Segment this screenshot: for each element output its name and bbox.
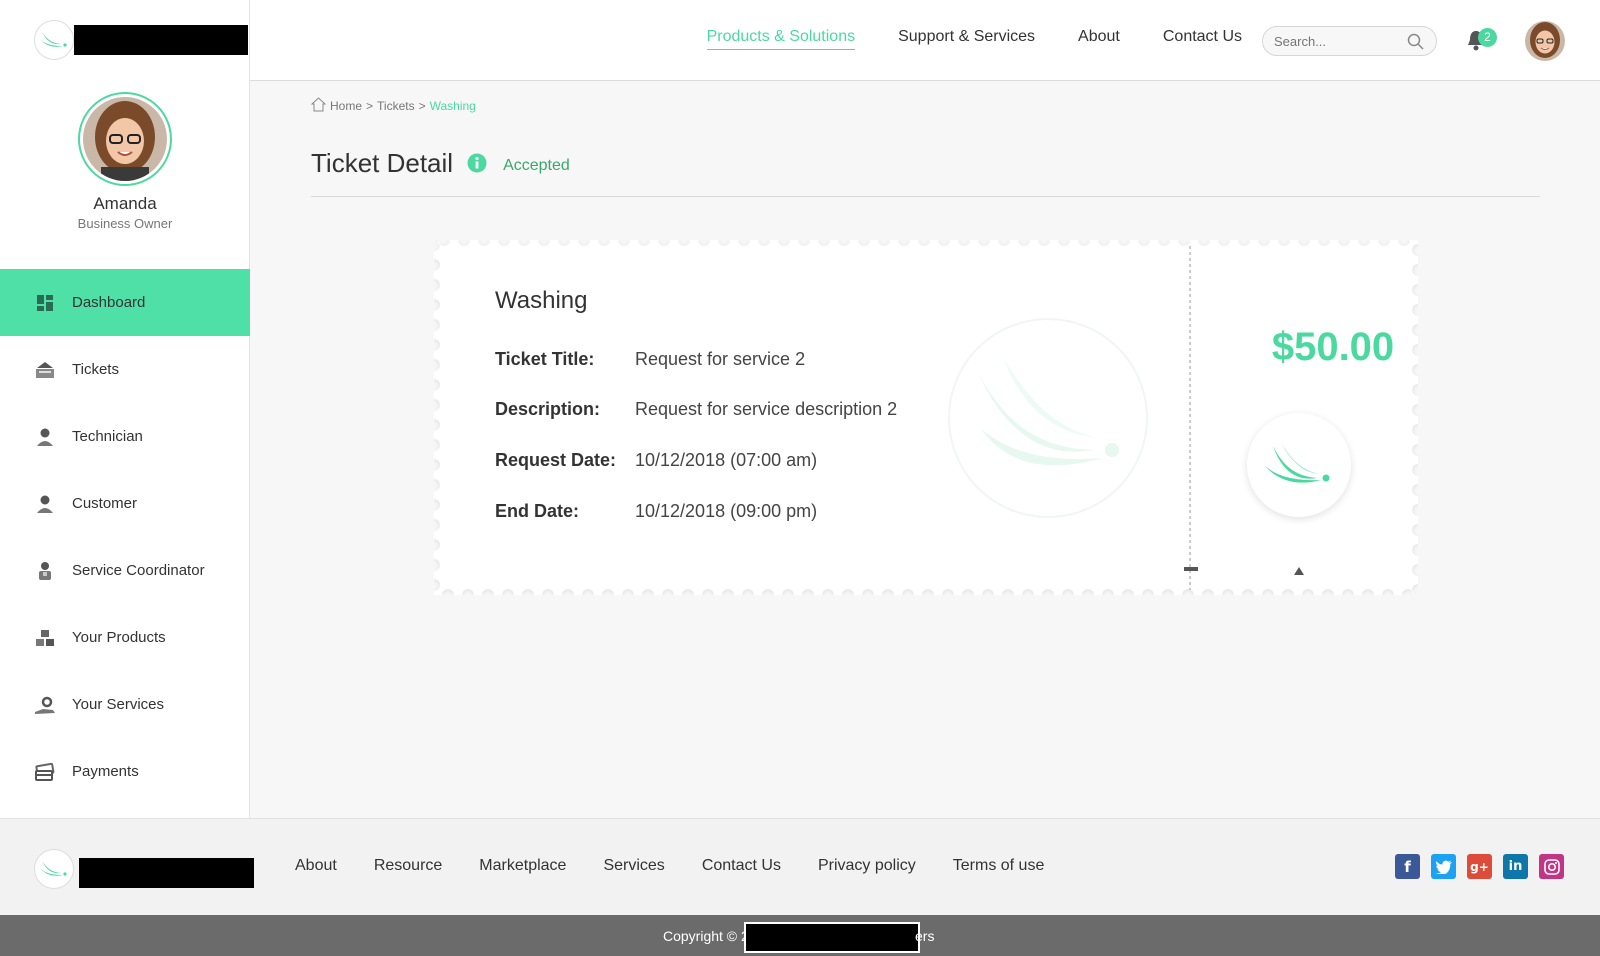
title-row: Ticket Detail Accepted bbox=[311, 148, 570, 179]
field-request-date: Request Date: 10/12/2018 (07:00 am) bbox=[495, 450, 817, 471]
sidebar-item-your-services[interactable]: Your Services bbox=[0, 671, 250, 738]
logo-icon bbox=[1265, 442, 1330, 483]
breadcrumb-separator: > bbox=[418, 99, 426, 113]
breadcrumb: Home > Tickets > Washing bbox=[310, 97, 480, 115]
field-ticket-title: Ticket Title: Request for service 2 bbox=[495, 349, 805, 370]
customer-icon bbox=[34, 493, 56, 515]
nav-products-solutions[interactable]: Products & Solutions bbox=[706, 28, 856, 50]
sidebar-item-technician[interactable]: Technician bbox=[0, 403, 250, 470]
page-title: Ticket Detail bbox=[311, 148, 454, 178]
footer-link-contact-us[interactable]: Contact Us bbox=[702, 857, 781, 875]
sidebar-item-tickets[interactable]: Tickets bbox=[0, 336, 250, 403]
linkedin-icon[interactable]: in bbox=[1503, 854, 1528, 879]
field-label: Ticket Title: bbox=[495, 349, 595, 369]
search-input[interactable] bbox=[1263, 27, 1398, 55]
products-icon bbox=[34, 627, 56, 649]
social-links: f g+ in bbox=[1395, 854, 1564, 879]
logo-icon bbox=[34, 20, 74, 60]
divider bbox=[311, 196, 1540, 197]
profile-name: Amanda bbox=[93, 194, 157, 213]
field-end-date: End Date: 10/12/2018 (09:00 pm) bbox=[495, 501, 817, 522]
footer-link-services[interactable]: Services bbox=[603, 857, 664, 875]
home-icon[interactable] bbox=[310, 97, 327, 115]
field-value: Request for service description 2 bbox=[635, 399, 898, 419]
user-profile: Amanda Business Owner bbox=[0, 92, 250, 231]
ticket-card: Washing Ticket Title: Request for servic… bbox=[434, 240, 1418, 595]
main-nav: Products & Solutions Support & Services … bbox=[664, 28, 1242, 50]
coordinator-icon bbox=[34, 560, 56, 582]
info-icon[interactable] bbox=[467, 153, 487, 178]
sidebar-item-dashboard[interactable]: Dashboard bbox=[0, 269, 250, 336]
copyright-text-suffix: ers bbox=[915, 928, 935, 944]
copyright-text: Copyright © 2 bbox=[663, 928, 749, 944]
footer-link-resource[interactable]: Resource bbox=[374, 857, 442, 875]
breadcrumb-home[interactable]: Home bbox=[330, 99, 362, 113]
ticket-price: $50.00 bbox=[1271, 325, 1395, 369]
footer-link-privacy-policy[interactable]: Privacy policy bbox=[818, 857, 916, 875]
sidebar-item-customer[interactable]: Customer bbox=[0, 470, 250, 537]
services-icon bbox=[34, 694, 56, 716]
google-plus-icon[interactable]: g+ bbox=[1467, 854, 1492, 879]
footer: About Resource Marketplace Services Cont… bbox=[0, 818, 1600, 915]
notification-badge: 2 bbox=[1478, 28, 1497, 47]
nav-contact-us[interactable]: Contact Us bbox=[1163, 28, 1242, 50]
footer-nav: About Resource Marketplace Services Cont… bbox=[295, 857, 1081, 875]
logo-watermark bbox=[948, 318, 1148, 523]
nav-about[interactable]: About bbox=[1078, 28, 1120, 50]
redacted-brand-name bbox=[79, 858, 254, 888]
search-icon[interactable] bbox=[1407, 33, 1424, 55]
sidebar-item-label: Tickets bbox=[72, 361, 119, 378]
status-badge: Accepted bbox=[503, 156, 570, 174]
sidebar-item-label: Dashboard bbox=[72, 294, 146, 311]
twitter-icon[interactable] bbox=[1431, 854, 1456, 879]
redacted-company-name bbox=[744, 922, 920, 953]
field-label: End Date: bbox=[495, 501, 580, 521]
sidebar-item-label: Customer bbox=[72, 495, 138, 512]
sidebar-item-your-products[interactable]: Your Products bbox=[0, 604, 250, 671]
brand-logo[interactable] bbox=[34, 20, 248, 60]
field-value: Request for service 2 bbox=[635, 349, 806, 369]
sidebar-item-label: Payments bbox=[72, 763, 139, 780]
field-description: Description: Request for service descrip… bbox=[495, 399, 897, 420]
brand-logo-badge bbox=[1247, 413, 1351, 517]
footer-logo[interactable] bbox=[34, 849, 254, 889]
nav-support-services[interactable]: Support & Services bbox=[898, 28, 1035, 50]
sidebar-item-label: Service Coordinator bbox=[72, 562, 205, 579]
footer-link-marketplace[interactable]: Marketplace bbox=[479, 857, 566, 875]
breadcrumb-tickets[interactable]: Tickets bbox=[377, 99, 415, 113]
copyright-bar: Copyright © 2 ers bbox=[0, 915, 1600, 956]
redacted-brand-name bbox=[74, 25, 248, 55]
field-label: Request Date: bbox=[495, 450, 617, 470]
profile-role: Business Owner bbox=[77, 216, 173, 231]
breadcrumb-separator: > bbox=[366, 99, 374, 113]
footer-link-terms-of-use[interactable]: Terms of use bbox=[953, 857, 1045, 875]
sidebar-item-service-coordinator[interactable]: Service Coordinator bbox=[0, 537, 250, 604]
avatar[interactable] bbox=[78, 92, 172, 186]
logo-icon bbox=[34, 849, 74, 889]
sidebar: Amanda Business Owner Dashboard Tickets … bbox=[0, 0, 250, 818]
payments-icon bbox=[34, 761, 56, 783]
tickets-icon bbox=[34, 359, 56, 381]
field-value: 10/12/2018 (09:00 pm) bbox=[635, 501, 818, 521]
field-value: 10/12/2018 (07:00 am) bbox=[635, 450, 818, 470]
instagram-icon[interactable] bbox=[1539, 854, 1564, 879]
technician-icon bbox=[34, 426, 56, 448]
sidebar-item-payments[interactable]: Payments bbox=[0, 738, 250, 805]
ticket-heading: Washing bbox=[495, 287, 588, 314]
sidebar-item-label: Your Products bbox=[72, 629, 166, 646]
search-box bbox=[1262, 26, 1437, 56]
sidebar-item-label: Your Services bbox=[72, 696, 164, 713]
collapse-icon[interactable] bbox=[1184, 567, 1198, 571]
caret-up-icon[interactable] bbox=[1294, 562, 1304, 580]
dashboard-icon bbox=[34, 292, 56, 314]
sidebar-nav: Dashboard Tickets Technician Customer Se… bbox=[0, 269, 250, 805]
facebook-icon[interactable]: f bbox=[1395, 854, 1420, 879]
field-label: Description: bbox=[495, 399, 601, 419]
sidebar-item-label: Technician bbox=[72, 428, 143, 445]
footer-link-about[interactable]: About bbox=[295, 857, 337, 875]
user-avatar[interactable] bbox=[1525, 21, 1565, 61]
breadcrumb-current: Washing bbox=[429, 99, 476, 113]
